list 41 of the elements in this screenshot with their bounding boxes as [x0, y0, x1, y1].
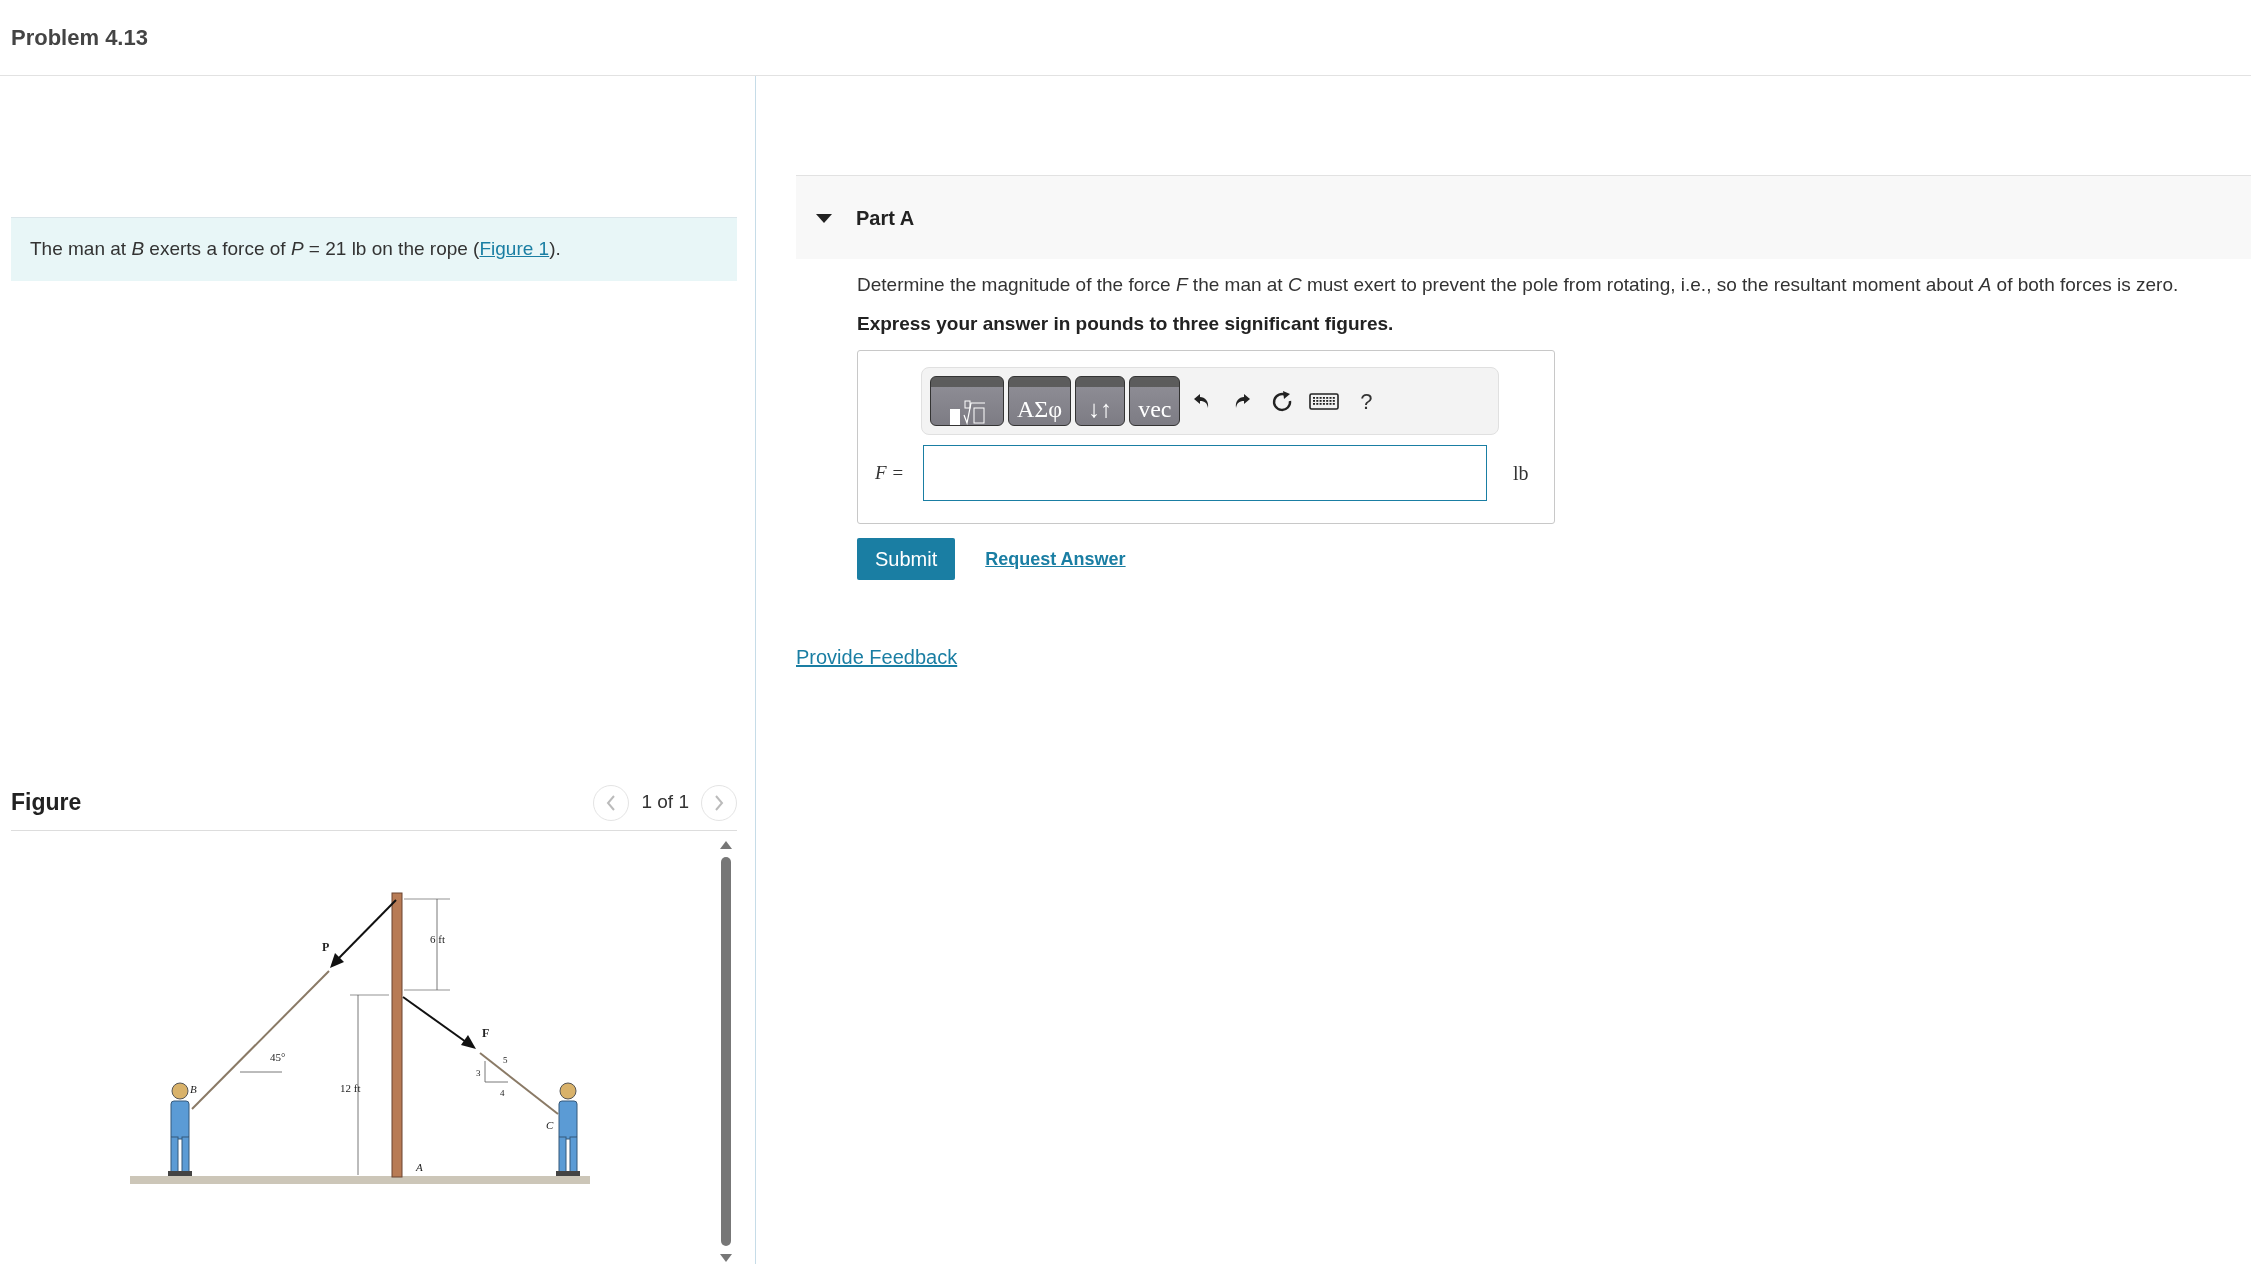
- help-button[interactable]: ?: [1348, 382, 1385, 420]
- diagram-label: 6 ft: [430, 933, 445, 945]
- diagram-label: 5: [503, 1055, 508, 1065]
- diagram-label: 3: [476, 1068, 481, 1078]
- figure-link[interactable]: Figure 1: [479, 238, 550, 260]
- unit-label: lb: [1513, 461, 1529, 486]
- force-arrow: [330, 899, 397, 968]
- diagram-label: A: [416, 1161, 423, 1173]
- part-header[interactable]: Part A: [796, 175, 2251, 259]
- refresh-icon: [1271, 390, 1294, 412]
- symbol-palette-button[interactable]: ↓↑: [1075, 376, 1126, 426]
- feedback-link[interactable]: Provide Feedback: [796, 642, 958, 672]
- scrollbar[interactable]: [719, 839, 733, 1264]
- diagram-label: 12 ft: [340, 1082, 361, 1094]
- instruction-text: Express your answer in pounds to three significant figures.: [857, 311, 1395, 336]
- diagram-label: F: [482, 1026, 490, 1040]
- part-title: Part A: [856, 205, 915, 231]
- figure-pager: 1 of 1: [641, 790, 689, 815]
- answer-input[interactable]: [923, 445, 1487, 501]
- problem-title: Problem 4.13: [11, 24, 148, 52]
- question-text: Determine the magnitude of the force F the man at C must exert to prevent the pole from rotating, i.e., so the resultant moment about A of both forces is zero.: [857, 273, 2180, 297]
- diagram-label: P: [322, 940, 330, 954]
- symbol-palette-button[interactable]: vec: [1129, 376, 1181, 426]
- submit-button[interactable]: Submit: [857, 538, 956, 580]
- keyboard-icon: [1309, 392, 1340, 410]
- chevron-left-icon: [606, 794, 617, 811]
- diagram-label: 4: [500, 1088, 505, 1098]
- diagram-label: 45°: [270, 1051, 286, 1063]
- symbol-palette-button[interactable]: ΑΣφ: [1008, 376, 1072, 426]
- template-button[interactable]: [930, 376, 1004, 426]
- angle-reference-line: [239, 1071, 283, 1073]
- scroll-down-icon[interactable]: [719, 1252, 733, 1264]
- problem-statement: The man at B exerts a force of P = 21 lb on the rope (Figure 1).: [30, 237, 561, 262]
- chevron-right-icon: [714, 794, 724, 811]
- scroll-up-icon[interactable]: [719, 839, 733, 851]
- diagram-label: C: [546, 1119, 554, 1131]
- fraction-root-icon: [948, 399, 986, 425]
- figure-heading: Figure: [11, 788, 82, 818]
- answer-label: F =: [875, 460, 906, 485]
- diagram-label: B: [190, 1083, 197, 1095]
- request-answer-link[interactable]: Request Answer: [985, 545, 1126, 573]
